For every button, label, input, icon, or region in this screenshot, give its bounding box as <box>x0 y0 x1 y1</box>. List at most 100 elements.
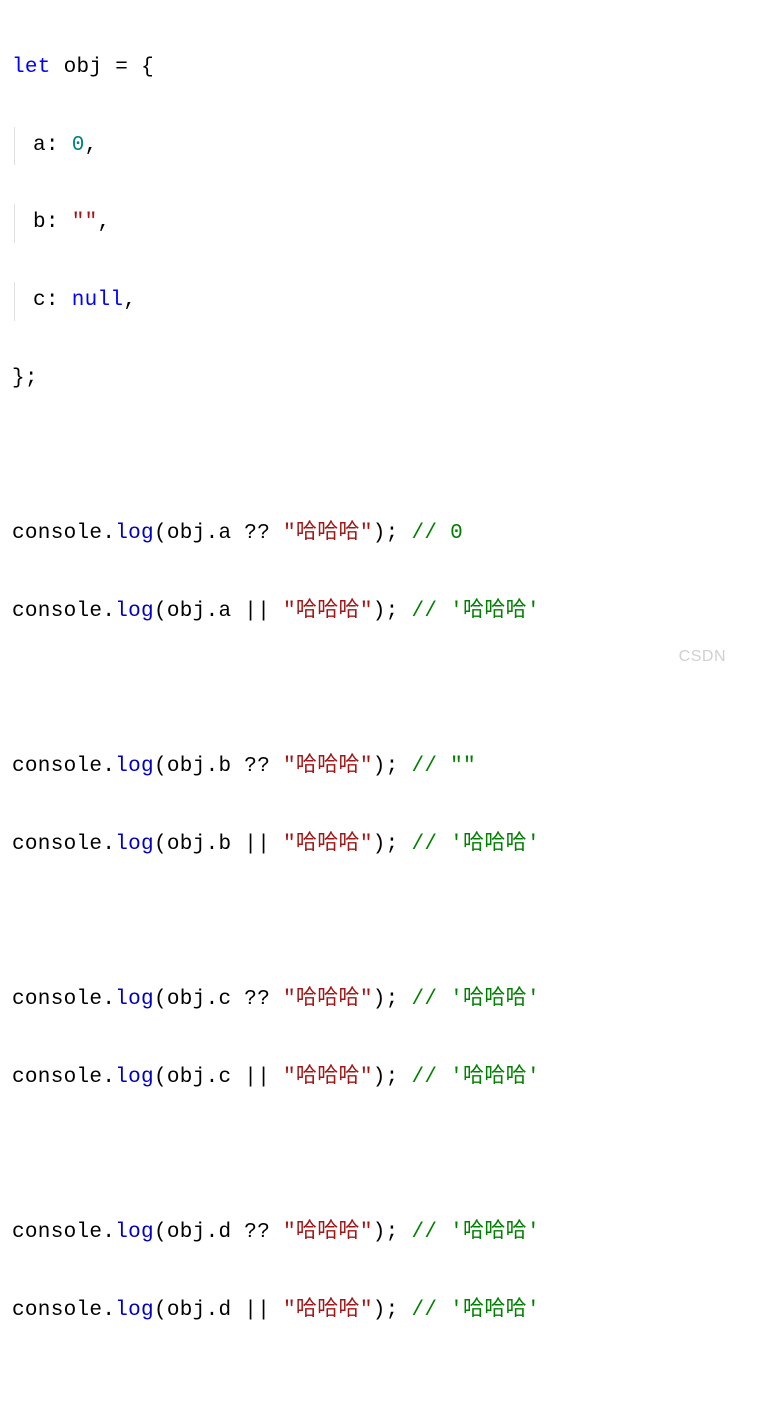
paren-close: ) <box>373 755 386 778</box>
blank-line <box>12 670 754 709</box>
console-object: console <box>12 1066 102 1089</box>
paren-open: ( <box>154 755 167 778</box>
paren-close: ) <box>373 600 386 623</box>
code-line-4: c: null, <box>12 282 754 321</box>
console-object: console <box>12 1221 102 1244</box>
dot: . <box>102 988 115 1011</box>
property-access: b <box>218 833 231 856</box>
colon: : <box>46 211 59 234</box>
property-access: a <box>218 522 231 545</box>
code-line-5: }; <box>12 360 754 399</box>
identifier-obj: obj <box>167 833 206 856</box>
code-line-3: b: "", <box>12 204 754 243</box>
comment: // '哈哈哈' <box>411 988 539 1011</box>
code-line-1: let obj = { <box>12 49 754 88</box>
colon: : <box>46 289 59 312</box>
code-line-2: a: 0, <box>12 127 754 166</box>
comment: // '哈哈哈' <box>411 1299 539 1322</box>
log-method: log <box>115 833 154 856</box>
null-literal: null <box>72 289 124 312</box>
paren-open: ( <box>154 1221 167 1244</box>
console-object: console <box>12 1299 102 1322</box>
paren-close: ) <box>373 1066 386 1089</box>
console-object: console <box>12 755 102 778</box>
property-key: b <box>33 211 46 234</box>
paren-close: ) <box>373 988 386 1011</box>
paren-open: ( <box>154 600 167 623</box>
code-line-log: console.log(obj.c || "哈哈哈"); // '哈哈哈' <box>12 1059 754 1098</box>
paren-close: ) <box>373 522 386 545</box>
identifier-obj: obj <box>167 1066 206 1089</box>
dot: . <box>206 833 219 856</box>
operator: || <box>244 1066 270 1089</box>
identifier-obj: obj <box>167 755 206 778</box>
property-key: c <box>33 289 46 312</box>
code-line-log: console.log(obj.c ?? "哈哈哈"); // '哈哈哈' <box>12 981 754 1020</box>
console-object: console <box>12 833 102 856</box>
string-literal: "哈哈哈" <box>283 600 373 623</box>
log-method: log <box>115 1299 154 1322</box>
dot: . <box>206 755 219 778</box>
operator: || <box>244 833 270 856</box>
comma: , <box>98 211 111 234</box>
dot: . <box>102 1221 115 1244</box>
string-literal: "哈哈哈" <box>283 755 373 778</box>
paren-close: ) <box>373 833 386 856</box>
operator-assign: = <box>115 56 128 79</box>
string-literal: "哈哈哈" <box>283 833 373 856</box>
paren-open: ( <box>154 1299 167 1322</box>
paren-open: ( <box>154 988 167 1011</box>
console-object: console <box>12 988 102 1011</box>
string-literal: "" <box>72 211 98 234</box>
watermark: CSDN <box>679 642 726 672</box>
dot: . <box>102 522 115 545</box>
property-access: d <box>218 1221 231 1244</box>
comma: , <box>85 134 98 157</box>
comment: // '哈哈哈' <box>411 600 539 623</box>
semicolon: ; <box>386 755 399 778</box>
code-line-log: console.log(obj.a || "哈哈哈"); // '哈哈哈' <box>12 593 754 632</box>
log-method: log <box>115 600 154 623</box>
keyword-let: let <box>12 56 51 79</box>
identifier-obj: obj <box>167 1221 206 1244</box>
semicolon: ; <box>25 367 38 390</box>
log-method: log <box>115 522 154 545</box>
property-access: b <box>218 755 231 778</box>
code-line-log: console.log(obj.b || "哈哈哈"); // '哈哈哈' <box>12 826 754 865</box>
paren-close: ) <box>373 1299 386 1322</box>
string-literal: "哈哈哈" <box>283 1221 373 1244</box>
operator: ?? <box>244 522 270 545</box>
dot: . <box>102 1066 115 1089</box>
blank-line <box>12 903 754 942</box>
paren-close: ) <box>373 1221 386 1244</box>
semicolon: ; <box>386 522 399 545</box>
dot: . <box>206 1066 219 1089</box>
operator: ?? <box>244 1221 270 1244</box>
string-literal: "哈哈哈" <box>283 1299 373 1322</box>
dot: . <box>206 600 219 623</box>
number-literal: 0 <box>72 134 85 157</box>
operator: || <box>244 600 270 623</box>
blank-line <box>12 437 754 476</box>
brace-close: } <box>12 367 25 390</box>
indent-guide: c: null, <box>14 282 136 321</box>
property-access: a <box>218 600 231 623</box>
identifier-obj: obj <box>167 988 206 1011</box>
dot: . <box>102 600 115 623</box>
comment: // '哈哈哈' <box>411 833 539 856</box>
log-method: log <box>115 1066 154 1089</box>
dot: . <box>102 755 115 778</box>
blank-line <box>12 1136 754 1175</box>
property-access: c <box>218 1066 231 1089</box>
code-line-log: console.log(obj.d ?? "哈哈哈"); // '哈哈哈' <box>12 1214 754 1253</box>
log-method: log <box>115 988 154 1011</box>
comment: // '哈哈哈' <box>411 1066 539 1089</box>
operator: ?? <box>244 988 270 1011</box>
property-access: d <box>218 1299 231 1322</box>
comma: , <box>123 289 136 312</box>
dot: . <box>206 1221 219 1244</box>
identifier-obj: obj <box>167 522 206 545</box>
colon: : <box>46 134 59 157</box>
semicolon: ; <box>386 1299 399 1322</box>
dot: . <box>206 1299 219 1322</box>
